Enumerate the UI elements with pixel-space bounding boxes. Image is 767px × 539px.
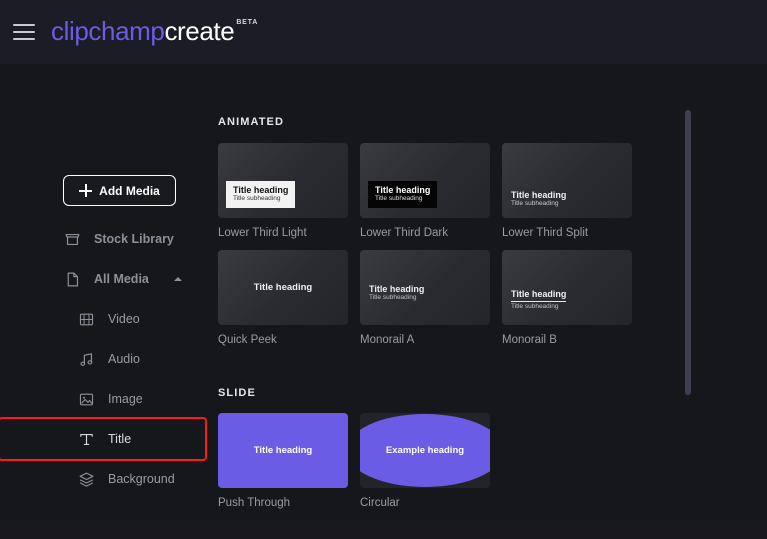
sidebar-item-audio[interactable]: Audio [0,339,205,379]
template-thumbnail: Title heading Title subheading [218,143,348,218]
template-thumbnail: Title heading Title subheading [360,250,490,325]
preview-heading: Title heading [375,184,431,195]
sidebar-item-label: Background [108,472,175,486]
title-preview-box: Title heading Title subheading [226,180,296,208]
scrollbar-thumb[interactable] [685,110,691,395]
app-root: clipchamp create BETA Add Media Stock Li… [0,0,767,539]
preview-heading: Title heading [369,283,425,294]
bottom-bar [0,521,767,539]
text-t-icon [80,433,93,445]
sidebar-item-image[interactable]: Image [0,379,205,419]
preview-subheading: Title subheading [369,293,417,301]
preview-heading: Title heading [253,445,313,456]
template-thumbnail: Title heading Title subheading [502,143,632,218]
title-preview-box: Title heading Title subheading [369,284,424,302]
title-preview-box: Title heading Title subheading [368,180,438,208]
template-browser: ANIMATED Title heading Title subheading … [205,64,767,539]
preview-heading: Title heading [253,282,313,293]
music-note-icon [80,352,93,366]
sidebar-item-label: Video [108,312,140,326]
template-name: Monorail A [360,334,415,346]
template-name: Quick Peek [218,334,277,346]
plus-icon [79,184,93,197]
title-preview-box: Title heading Title subheading [511,190,566,208]
preview-subheading: Title subheading [233,195,281,203]
template-name: Circular [360,497,400,509]
file-icon [67,272,79,286]
sidebar-item-label: All Media [94,272,149,286]
sidebar-nav: Stock Library All Media Video Audio Imag… [0,219,207,499]
preview-heading: Title heading [511,189,567,200]
chevron-up-icon[interactable] [173,277,182,281]
template-card-lower-third-dark[interactable]: Title heading Title subheading Lower Thi… [360,143,490,239]
sidebar-item-label: Title [108,432,132,446]
sidebar: Add Media Stock Library All Media Video … [0,64,207,539]
template-thumbnail: Example heading [360,413,490,488]
preview-heading: Example heading [385,445,465,456]
template-name: Push Through [218,497,291,509]
template-card-lower-third-split[interactable]: Title heading Title subheading Lower Thi… [502,143,632,239]
template-name: Lower Third Dark [360,227,448,239]
hamburger-bar [13,31,35,33]
preview-subheading: Title subheading [511,199,559,207]
section-heading-slide: SLIDE [218,387,256,399]
image-icon [79,393,94,405]
logo-create-text: create [164,16,235,46]
sidebar-item-all-media[interactable]: All Media [0,259,205,299]
template-thumbnail: Title heading [218,413,348,488]
template-card-push-through[interactable]: Title heading Push Through [218,413,348,509]
hamburger-menu-icon[interactable] [13,24,35,40]
sidebar-item-label: Stock Library [94,232,174,246]
sidebar-item-label: Image [108,392,143,406]
sidebar-item-video[interactable]: Video [0,299,205,339]
template-card-quick-peek[interactable]: Title heading Quick Peek [218,250,348,346]
logo-clipchamp-text: clipchamp [51,16,165,46]
film-icon [79,313,94,325]
sidebar-item-stock-library[interactable]: Stock Library [0,219,205,259]
template-row: Title heading Title subheading Lower Thi… [218,143,632,239]
add-media-label: Add Media [99,183,160,198]
template-name: Lower Third Split [502,227,589,239]
template-thumbnail: Title heading [218,250,348,325]
template-card-lower-third-light[interactable]: Title heading Title subheading Lower Thi… [218,143,348,239]
content-scrollbar[interactable] [684,110,692,410]
title-preview-box: Title heading Title subheading [511,284,567,312]
sidebar-item-background[interactable]: Background [0,459,205,499]
hamburger-bar [13,38,35,40]
template-card-circular[interactable]: Example heading Circular [360,413,490,509]
sidebar-item-title[interactable]: Title [0,417,207,461]
template-card-monorail-b[interactable]: Title heading Title subheading Monorail … [502,250,632,346]
template-thumbnail: Title heading Title subheading [502,250,632,325]
preview-heading: Title heading [233,184,289,195]
layers-icon [79,472,94,487]
store-icon [65,233,80,245]
section-heading-animated: ANIMATED [218,116,285,128]
preview-subheading: Title subheading [375,195,423,203]
preview-heading: Title heading [511,289,567,303]
template-name: Monorail B [502,334,557,346]
app-header: clipchamp create BETA [0,0,767,64]
template-row: Title heading Push Through Example headi… [218,413,490,509]
title-preview-box: Title heading [218,250,348,325]
sidebar-item-label: Audio [108,352,140,366]
beta-badge: BETA [236,19,259,26]
preview-subheading: Title subheading [511,303,559,311]
template-thumbnail: Title heading Title subheading [360,143,490,218]
add-media-button[interactable]: Add Media [63,175,176,206]
template-card-monorail-a[interactable]: Title heading Title subheading Monorail … [360,250,490,346]
template-row: Title heading Quick Peek Title heading T… [218,250,632,346]
hamburger-bar [13,24,35,26]
template-name: Lower Third Light [218,227,307,239]
app-logo[interactable]: clipchamp create BETA [51,18,258,44]
